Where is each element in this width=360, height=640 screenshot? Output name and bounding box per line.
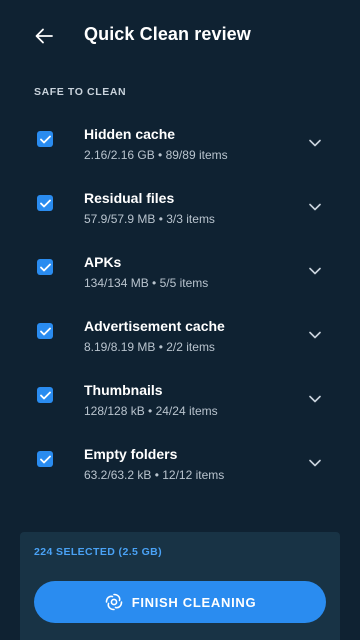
list-item[interactable]: Advertisement cache 8.19/8.19 MB • 2/2 i… [0, 304, 360, 368]
chevron-down-icon [309, 395, 321, 403]
chevron-down-icon [309, 459, 321, 467]
item-detail: 128/128 kB • 24/24 items [84, 404, 218, 418]
checkmark-icon [39, 391, 51, 399]
chevron-down-icon [309, 331, 321, 339]
quick-clean-review-screen: Quick Clean review SAFE TO CLEAN Hidden … [0, 0, 360, 640]
list-item[interactable]: APKs 134/134 MB • 5/5 items [0, 240, 360, 304]
item-title: APKs [84, 254, 122, 270]
item-title: Residual files [84, 190, 175, 206]
back-arrow-icon [35, 28, 53, 44]
item-checkbox[interactable] [37, 195, 53, 211]
list-item[interactable]: Thumbnails 128/128 kB • 24/24 items [0, 368, 360, 432]
list-item[interactable]: Hidden cache 2.16/2.16 GB • 89/89 items [0, 112, 360, 176]
item-checkbox[interactable] [37, 131, 53, 147]
back-button[interactable] [30, 22, 58, 50]
page-title: Quick Clean review [84, 24, 251, 44]
item-checkbox[interactable] [37, 323, 53, 339]
item-detail: 8.19/8.19 MB • 2/2 items [84, 340, 215, 354]
checkmark-icon [39, 263, 51, 271]
item-title: Empty folders [84, 446, 178, 462]
item-title: Hidden cache [84, 126, 176, 142]
item-checkbox[interactable] [37, 259, 53, 275]
chevron-down-icon [309, 267, 321, 275]
section-header-safe-to-clean: SAFE TO CLEAN [34, 86, 127, 98]
item-detail: 57.9/57.9 MB • 3/3 items [84, 212, 215, 226]
chevron-down-icon [309, 203, 321, 211]
list-item[interactable]: Residual files 57.9/57.9 MB • 3/3 items [0, 176, 360, 240]
chevron-down-icon [309, 139, 321, 147]
expand-button[interactable] [308, 202, 322, 212]
top-app-bar: Quick Clean review [0, 0, 360, 72]
item-title: Advertisement cache [84, 318, 225, 334]
item-checkbox[interactable] [37, 451, 53, 467]
expand-button[interactable] [308, 138, 322, 148]
item-detail: 2.16/2.16 GB • 89/89 items [84, 148, 228, 162]
expand-button[interactable] [308, 330, 322, 340]
swirl-icon [104, 592, 124, 612]
item-title: Thumbnails [84, 382, 163, 398]
checkmark-icon [39, 455, 51, 463]
expand-button[interactable] [308, 266, 322, 276]
checkmark-icon [39, 135, 51, 143]
expand-button[interactable] [308, 394, 322, 404]
checkmark-icon [39, 199, 51, 207]
item-detail: 134/134 MB • 5/5 items [84, 276, 209, 290]
finish-cleaning-label: FINISH CLEANING [131, 594, 257, 610]
finish-cleaning-button[interactable]: FINISH CLEANING [34, 581, 326, 623]
expand-button[interactable] [308, 458, 322, 468]
selected-summary: 224 SELECTED (2.5 GB) [34, 546, 163, 558]
list-item[interactable]: Empty folders 63.2/63.2 kB • 12/12 items [0, 432, 360, 496]
item-checkbox[interactable] [37, 387, 53, 403]
clean-item-list: Hidden cache 2.16/2.16 GB • 89/89 items … [0, 112, 360, 496]
checkmark-icon [39, 327, 51, 335]
bottom-action-panel: 224 SELECTED (2.5 GB) FINISH CLEANING [20, 532, 340, 640]
item-detail: 63.2/63.2 kB • 12/12 items [84, 468, 225, 482]
